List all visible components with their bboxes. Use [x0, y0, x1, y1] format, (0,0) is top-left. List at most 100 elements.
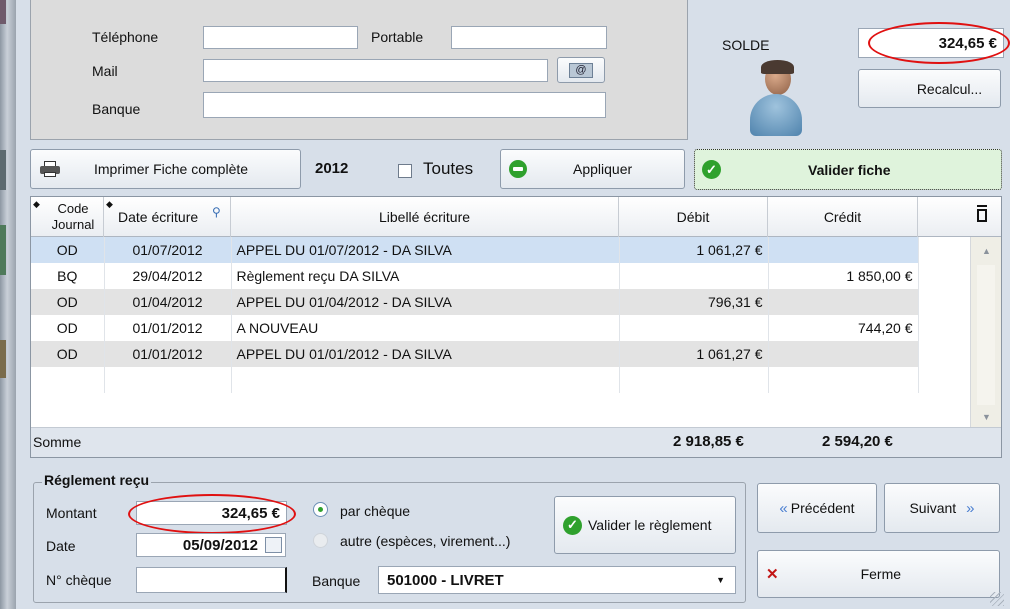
radio-par-cheque-label: par chèque [340, 503, 411, 519]
date-label: Date [46, 538, 76, 554]
cell-debit: 1 061,27 € [619, 341, 769, 367]
apply-arrow-icon [509, 160, 527, 178]
cell-credit [768, 341, 919, 367]
cell-code: OD [31, 289, 105, 315]
email-icon: @ [569, 62, 593, 78]
cell-credit [768, 289, 919, 315]
chevron-down-icon[interactable]: ▼ [716, 575, 725, 585]
sort-icon: ◆ [33, 199, 40, 209]
cell-libelle: APPEL DU 01/01/2012 - DA SILVA [231, 341, 620, 367]
somme-label: Somme [33, 434, 82, 450]
montant-label: Montant [46, 505, 97, 521]
sort-icon: ◆ [106, 199, 113, 209]
ferme-button[interactable]: ✕ Ferme [757, 550, 1000, 598]
banque-input[interactable] [203, 92, 606, 118]
header-date-cell[interactable]: ◆ Date écriture ⚲ [104, 197, 231, 237]
radio-autre[interactable] [313, 533, 328, 548]
header-credit-cell[interactable]: Crédit [768, 197, 918, 237]
calendar-icon[interactable] [265, 537, 282, 553]
table-row[interactable]: OD 01/01/2012 A NOUVEAU 744,20 € [31, 315, 919, 341]
suivant-button[interactable]: Suivant » [884, 483, 1000, 533]
banque-label: Banque [92, 101, 141, 117]
mail-input[interactable] [203, 59, 548, 82]
table-row-empty[interactable] [31, 367, 919, 393]
cheque-label: N° chèque [46, 572, 112, 588]
cell-debit: 1 061,27 € [619, 237, 769, 263]
scroll-up-arrow-icon[interactable]: ▲ [982, 246, 991, 256]
recalcul-button[interactable]: Recalcul... [858, 69, 1001, 108]
header-debit-label: Débit [676, 209, 710, 225]
reglement-banque-select[interactable]: 501000 - LIVRET ▼ [378, 566, 736, 594]
telephone-input[interactable] [203, 26, 358, 49]
cell-libelle: APPEL DU 01/07/2012 - DA SILVA [231, 237, 620, 263]
print-fiche-label: Imprimer Fiche complète [94, 161, 249, 177]
ferme-label: Ferme [860, 566, 902, 582]
toutes-label: Toutes [423, 159, 474, 178]
cell-libelle: Règlement reçu DA SILVA [231, 263, 620, 289]
cell-credit: 744,20 € [768, 315, 919, 341]
montant-highlight-ellipse [128, 494, 296, 534]
suivant-label: Suivant [909, 500, 957, 516]
cell-code: OD [31, 315, 105, 341]
cell-code: OD [31, 341, 105, 367]
precedent-button[interactable]: « Précédent [757, 483, 877, 533]
window-left-edge-mark [0, 225, 6, 275]
print-fiche-button[interactable]: Imprimer Fiche complète [30, 149, 301, 189]
cell-credit: 1 850,00 € [768, 263, 919, 289]
solde-highlight-ellipse [868, 22, 1010, 64]
scroll-down-arrow-icon[interactable]: ▼ [982, 412, 991, 422]
portable-label: Portable [371, 29, 424, 45]
header-debit-cell[interactable]: Débit [619, 197, 768, 237]
solde-label: SOLDE [722, 37, 770, 53]
header-date-label: Date écriture [118, 209, 199, 225]
printer-icon [40, 161, 60, 177]
resize-grip-icon[interactable] [990, 592, 1004, 606]
cell-debit: 796,31 € [619, 289, 769, 315]
header-libelle-cell[interactable]: Libellé écriture [231, 197, 619, 237]
valider-fiche-button[interactable]: ✓ Valider fiche [694, 149, 1002, 190]
double-chevron-left-icon: « [779, 499, 788, 517]
recalcul-label: Recalcul... [916, 80, 983, 97]
appliquer-button[interactable]: Appliquer [500, 149, 685, 189]
table-row[interactable]: BQ 29/04/2012 Règlement reçu DA SILVA 1 … [31, 263, 919, 289]
valider-reglement-label: Valider le règlement [588, 517, 712, 533]
header-libelle-label: Libellé écriture [378, 209, 471, 225]
close-icon: ✕ [766, 566, 779, 583]
precedent-label: Précédent [790, 500, 855, 516]
cheque-input[interactable] [136, 567, 287, 593]
send-mail-button[interactable]: @ [557, 57, 605, 83]
telephone-label: Téléphone [92, 29, 159, 45]
window-left-edge-mark [0, 340, 6, 378]
header-code-cell[interactable]: ◆ Code Journal [31, 197, 104, 237]
reglement-banque-label: Banque [312, 573, 361, 589]
cell-date: 01/04/2012 [104, 289, 232, 315]
table-row[interactable]: OD 01/04/2012 APPEL DU 01/04/2012 - DA S… [31, 289, 919, 315]
date-field[interactable]: 05/09/2012 [136, 533, 286, 557]
column-chooser-icon[interactable] [975, 205, 989, 223]
cell-date: 01/07/2012 [104, 237, 232, 263]
toutes-checkbox[interactable] [398, 164, 412, 178]
person-avatar-icon [745, 60, 805, 140]
table-row[interactable]: OD 01/07/2012 APPEL DU 01/07/2012 - DA S… [31, 237, 919, 263]
cell-date: 01/01/2012 [104, 315, 232, 341]
reglement-banque-value: 501000 - LIVRET [387, 572, 504, 589]
table-row[interactable]: OD 01/01/2012 APPEL DU 01/01/2012 - DA S… [31, 341, 919, 367]
portable-input[interactable] [451, 26, 607, 49]
mail-label: Mail [92, 63, 118, 79]
cell-credit [768, 237, 919, 263]
cell-date: 29/04/2012 [104, 263, 232, 289]
cell-debit [619, 315, 769, 341]
scroll-thumb[interactable] [977, 265, 995, 405]
total-debit: 2 918,85 € [673, 433, 744, 450]
grid-scrollbar[interactable]: ▲ ▼ [970, 237, 1001, 427]
valider-fiche-label: Valider fiche [808, 161, 891, 178]
header-code-label: Code Journal [51, 201, 95, 232]
appliquer-label: Appliquer [573, 161, 633, 177]
radio-par-cheque[interactable] [313, 502, 328, 517]
cell-libelle: A NOUVEAU [231, 315, 620, 341]
double-chevron-right-icon: » [966, 499, 975, 517]
cell-code: OD [31, 237, 105, 263]
valider-reglement-button[interactable]: ✓ Valider le règlement [554, 496, 736, 554]
window-left-edge-mark [0, 150, 6, 190]
grid-body: OD 01/07/2012 APPEL DU 01/07/2012 - DA S… [31, 237, 919, 393]
